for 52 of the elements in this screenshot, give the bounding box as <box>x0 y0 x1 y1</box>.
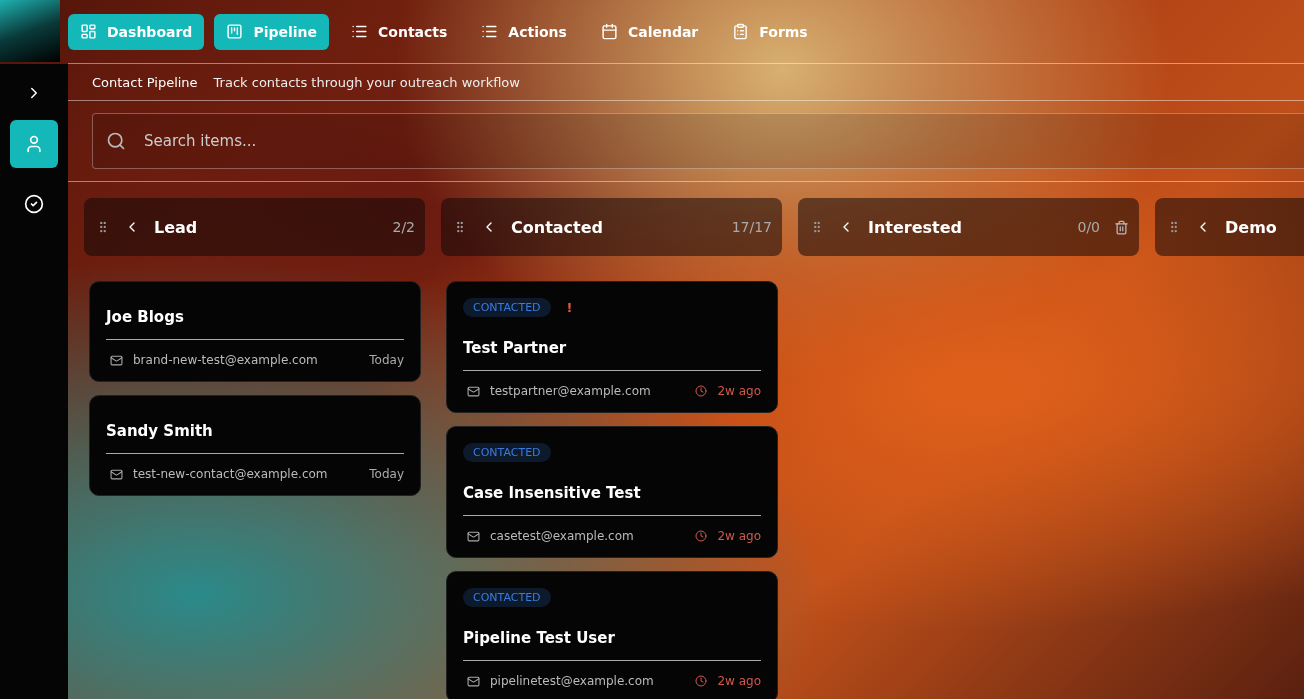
trash-icon <box>1114 219 1129 235</box>
contact-card[interactable]: CONTACTED Pipeline Test User pipelinetest@example.com 2w ago <box>446 571 778 699</box>
mail-icon <box>110 467 123 481</box>
contact-time: 2w ago <box>717 529 761 543</box>
contact-email: casetest@example.com <box>490 529 635 543</box>
contact-card[interactable]: Sandy Smith test-new-contact@example.com Today <box>89 395 421 496</box>
contact-email: testpartner@example.com <box>490 384 652 398</box>
mail-icon <box>467 529 480 543</box>
contact-time: Today <box>369 353 404 367</box>
logo <box>0 0 60 62</box>
contact-name: Test Partner <box>463 329 761 371</box>
column-title: Interested <box>868 217 964 237</box>
contact-card[interactable]: CONTACTED Case Insensitive Test casetest@example.com 2w ago <box>446 426 778 558</box>
status-badge: CONTACTED <box>463 588 551 607</box>
contact-card[interactable]: Joe Blogs brand-new-test@example.com Today <box>89 281 421 382</box>
contact-name: Joe Blogs <box>106 298 404 340</box>
mail-icon <box>110 353 123 367</box>
nav-tab[interactable]: Actions <box>469 13 579 50</box>
calendar-icon <box>600 23 618 40</box>
column-count: 17/17 <box>731 219 772 235</box>
column-count: 0/0 <box>1077 219 1100 235</box>
contact-name: Pipeline Test User <box>463 619 761 661</box>
contact-time: 2w ago <box>717 674 761 688</box>
nav-tab[interactable]: Contacts <box>339 13 460 50</box>
contact-email: test-new-contact@example.com <box>133 467 329 481</box>
contact-email: pipelinetest@example.com <box>490 674 655 688</box>
board-icon <box>226 23 244 40</box>
search-icon <box>106 131 126 151</box>
column-title: Contacted <box>511 217 604 237</box>
page-title: Contact Pipeline <box>92 74 198 90</box>
list-icon <box>481 23 499 40</box>
status-badge: CONTACTED <box>463 298 551 317</box>
column-count: 2/2 <box>392 219 415 235</box>
delete-button[interactable] <box>1114 219 1129 235</box>
check-circle-icon <box>24 194 44 214</box>
status-badge: CONTACTED <box>463 443 551 462</box>
page-subtitle: Track contacts through your outreach workflow <box>213 74 520 90</box>
contact-time: 2w ago <box>717 384 761 398</box>
column-title: Lead <box>154 217 199 237</box>
list-icon <box>351 23 369 40</box>
mail-icon <box>467 384 480 398</box>
dashboard-icon <box>80 23 97 40</box>
contact-time: Today <box>369 467 404 481</box>
clipboard-icon <box>732 23 750 40</box>
contact-email: brand-new-test@example.com <box>133 353 319 367</box>
alert-mark: ! <box>566 300 573 315</box>
contact-card[interactable]: CONTACTED ! Test Partner testpartner@example.com 2w ago <box>446 281 778 413</box>
contact-name: Case Insensitive Test <box>463 474 761 516</box>
column-title: Demo <box>1225 217 1278 237</box>
mail-icon <box>467 674 480 688</box>
person-icon <box>24 134 44 154</box>
contact-name: Sandy Smith <box>106 412 404 454</box>
